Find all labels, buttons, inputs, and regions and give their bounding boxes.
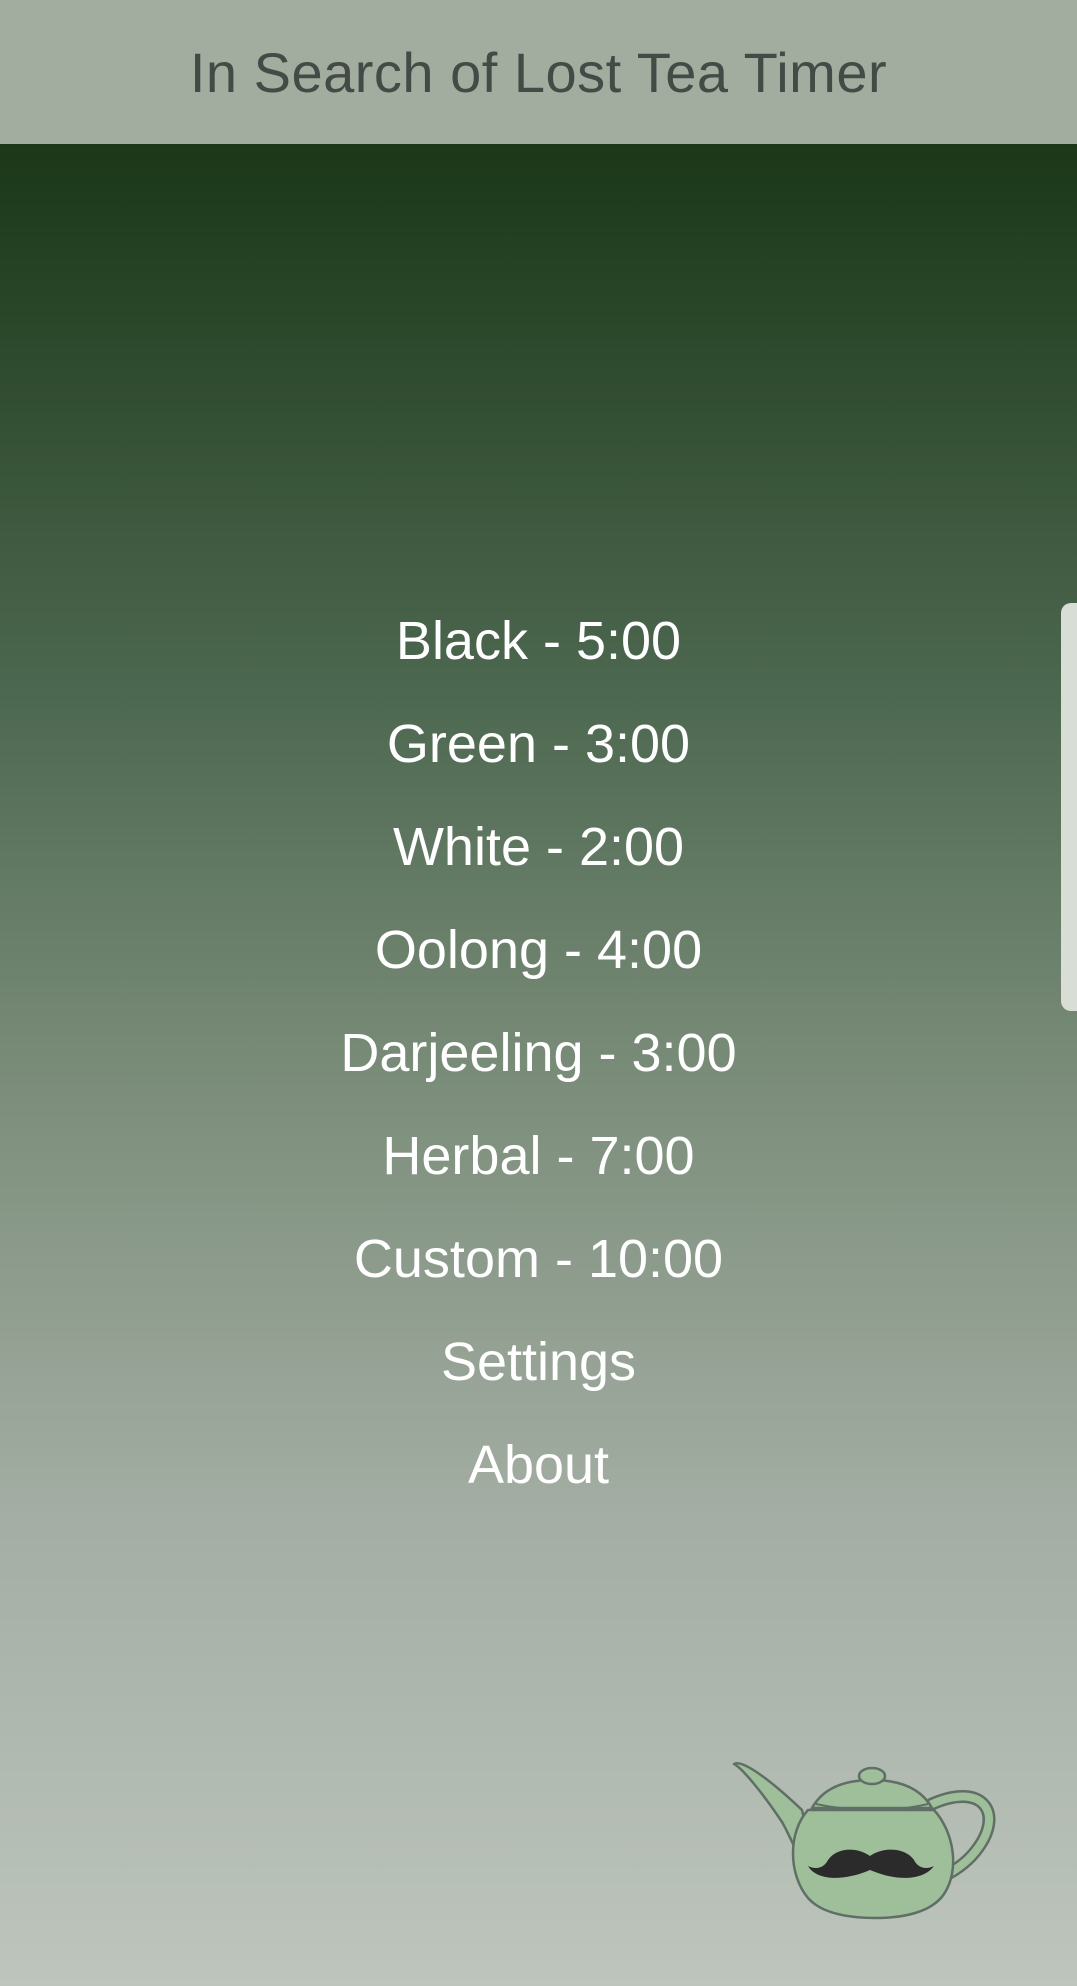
menu-item-settings[interactable]: Settings: [0, 1310, 1077, 1413]
menu-item-darjeeling[interactable]: Darjeeling - 3:00: [0, 1001, 1077, 1104]
app-header: In Search of Lost Tea Timer: [0, 0, 1077, 144]
teapot-with-mustache-icon: [732, 1762, 996, 1920]
menu-item-label[interactable]: Black - 5:00: [396, 610, 681, 672]
menu-item-white[interactable]: White - 2:00: [0, 795, 1077, 898]
menu-item-label[interactable]: About: [468, 1434, 609, 1496]
menu-item-herbal[interactable]: Herbal - 7:00: [0, 1104, 1077, 1207]
edge-panel-handle[interactable]: [1061, 603, 1077, 1011]
menu-item-green[interactable]: Green - 3:00: [0, 692, 1077, 795]
menu-item-label[interactable]: Darjeeling - 3:00: [340, 1022, 736, 1084]
menu-item-about[interactable]: About: [0, 1413, 1077, 1516]
menu-item-label[interactable]: White - 2:00: [393, 816, 684, 878]
menu-item-black[interactable]: Black - 5:00: [0, 589, 1077, 692]
menu-item-label[interactable]: Settings: [441, 1331, 636, 1393]
app-root: In Search of Lost Tea Timer Black - 5:00…: [0, 0, 1077, 1986]
menu-item-label[interactable]: Herbal - 7:00: [382, 1125, 694, 1187]
main-content: Black - 5:00 Green - 3:00 White - 2:00 O…: [0, 144, 1077, 1986]
tea-menu: Black - 5:00 Green - 3:00 White - 2:00 O…: [0, 589, 1077, 1516]
menu-item-custom[interactable]: Custom - 10:00: [0, 1207, 1077, 1310]
menu-item-label[interactable]: Oolong - 4:00: [375, 919, 702, 981]
app-title: In Search of Lost Tea Timer: [189, 40, 888, 104]
menu-item-label[interactable]: Green - 3:00: [387, 713, 690, 775]
menu-item-label[interactable]: Custom - 10:00: [354, 1228, 723, 1290]
menu-item-oolong[interactable]: Oolong - 4:00: [0, 898, 1077, 1001]
